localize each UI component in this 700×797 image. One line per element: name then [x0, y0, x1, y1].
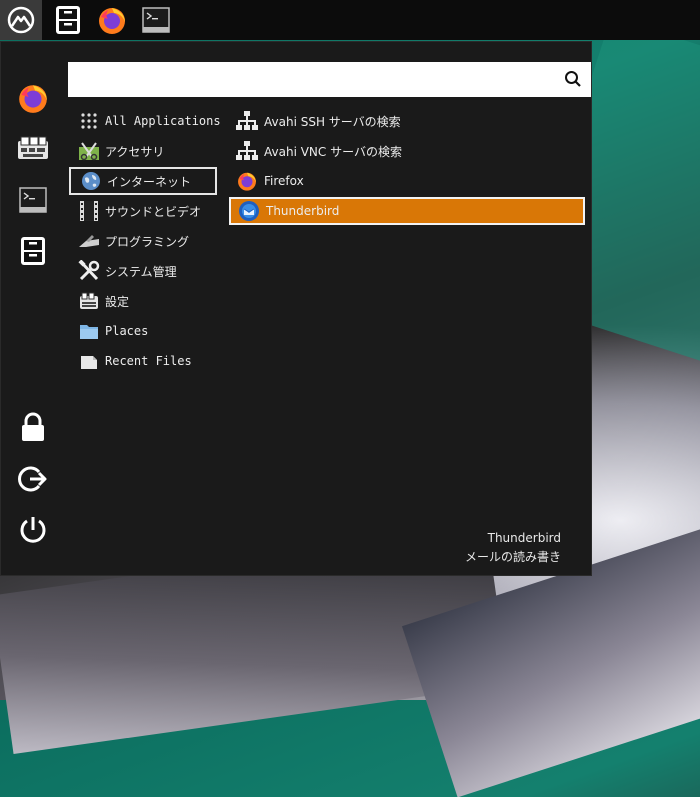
category-places[interactable]: Places	[69, 317, 217, 345]
category-accessories[interactable]: アクセサリ	[69, 137, 217, 165]
app-thunderbird[interactable]: Thunderbird	[229, 197, 585, 225]
search-input[interactable]	[68, 62, 564, 95]
favorite-keyboard-settings-button[interactable]	[15, 131, 51, 167]
logout-button[interactable]	[15, 461, 51, 497]
taskbar-terminal-button[interactable]	[136, 0, 176, 40]
search-box	[68, 62, 591, 97]
terminal-icon	[19, 187, 47, 213]
firefox-icon	[19, 85, 47, 113]
power-icon	[20, 517, 46, 543]
category-label: Recent Files	[105, 354, 192, 368]
category-label: All Applications	[105, 114, 221, 128]
search-icon[interactable]	[564, 70, 582, 88]
category-label: インターネット	[107, 174, 192, 189]
tools-icon	[78, 260, 100, 282]
category-sound-video[interactable]: サウンドとビデオ	[69, 197, 217, 225]
favorite-file-manager-button[interactable]	[15, 233, 51, 269]
category-internet[interactable]: インターネット	[69, 167, 217, 195]
film-strip-icon	[78, 200, 100, 222]
favorite-firefox-button[interactable]	[15, 80, 51, 116]
favorites-sidebar	[1, 42, 65, 575]
file-manager-icon	[56, 6, 80, 34]
start-menu-button[interactable]	[0, 0, 42, 40]
settings-icon	[78, 290, 100, 312]
app-avahi-ssh[interactable]: Avahi SSH サーバの検索	[229, 107, 585, 135]
category-programming[interactable]: プログラミング	[69, 227, 217, 255]
start-logo-icon	[7, 6, 35, 34]
terminal-icon	[142, 7, 170, 33]
lock-screen-button[interactable]	[15, 409, 51, 445]
application-menu: All Applications アクセサリ インターネット サウンドとビデオ …	[0, 41, 592, 576]
top-panel	[0, 0, 700, 40]
internet-globe-icon	[80, 170, 102, 192]
category-label: プログラミング	[105, 234, 190, 249]
logout-icon	[18, 466, 47, 492]
recent-files-icon	[78, 350, 100, 372]
favorite-terminal-button[interactable]	[15, 182, 51, 218]
firefox-icon	[99, 8, 125, 34]
taskbar-firefox-button[interactable]	[92, 0, 132, 40]
network-icon	[236, 110, 258, 132]
category-system-administration[interactable]: システム管理	[69, 257, 217, 285]
app-description: Thunderbird メールの読み書き	[465, 529, 561, 567]
category-recent-files[interactable]: Recent Files	[69, 347, 217, 375]
grid-icon	[78, 110, 100, 132]
thunderbird-icon	[238, 200, 260, 222]
category-label: 設定	[105, 294, 130, 309]
app-label: Avahi SSH サーバの検索	[264, 114, 401, 129]
folder-icon	[78, 320, 100, 342]
description-title: Thunderbird	[487, 531, 561, 545]
app-firefox[interactable]: Firefox	[229, 167, 585, 195]
taskbar-file-manager-button[interactable]	[48, 0, 88, 40]
category-label: Places	[105, 324, 149, 338]
category-label: サウンドとビデオ	[105, 204, 202, 219]
lock-icon	[22, 412, 44, 441]
firefox-icon	[236, 170, 258, 192]
file-manager-icon	[21, 237, 45, 265]
category-label: システム管理	[105, 264, 177, 279]
accessories-icon	[78, 140, 100, 162]
app-label: Thunderbird	[266, 204, 340, 218]
description-comment: メールの読み書き	[464, 550, 561, 564]
network-icon	[236, 140, 258, 162]
app-label: Firefox	[264, 174, 304, 188]
keyboard-settings-icon	[18, 136, 48, 159]
app-label: Avahi VNC サーバの検索	[264, 144, 402, 159]
category-all-applications[interactable]: All Applications	[69, 107, 221, 135]
power-button[interactable]	[15, 512, 51, 548]
category-label: アクセサリ	[105, 144, 165, 159]
programming-icon	[78, 230, 100, 252]
category-settings[interactable]: 設定	[69, 287, 217, 315]
app-avahi-vnc[interactable]: Avahi VNC サーバの検索	[229, 137, 585, 165]
